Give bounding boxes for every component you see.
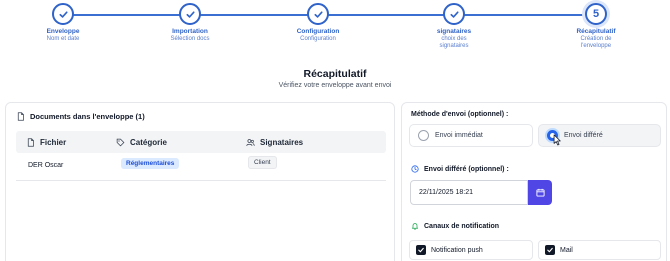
signer-badge: Client xyxy=(248,156,277,169)
radio-immediate[interactable] xyxy=(418,130,429,141)
step-signataires[interactable]: signataires choix des signataires xyxy=(409,0,499,51)
deferred-label: Envoi différé (optionnel) : xyxy=(411,165,509,173)
deferred-datetime-input[interactable]: 22/11/2025 18:21 xyxy=(410,180,528,205)
step-title: Enveloppe xyxy=(46,28,80,35)
column-file-label: Fichier xyxy=(40,137,67,147)
column-signers-label: Signataires xyxy=(260,137,304,147)
step-subtitle: Sélection docs xyxy=(170,35,210,42)
page-title: Récapitulatif xyxy=(303,68,367,80)
document-icon xyxy=(27,137,34,147)
option-immediate[interactable]: Envoi immédiat xyxy=(409,124,533,147)
step-recapitulatif[interactable]: 5 Récapitulatif Création de l'enveloppe xyxy=(551,0,641,51)
clock-icon xyxy=(411,165,419,173)
step-title: Importation xyxy=(172,28,208,35)
deferred-label-text: Envoi différé (optionnel) : xyxy=(424,165,509,173)
option-immediate-label: Envoi immédiat xyxy=(435,132,483,139)
documents-header: Documents dans l'enveloppe (1) xyxy=(16,112,145,121)
step-subtitle: choix des signataires xyxy=(439,35,469,50)
tag-icon xyxy=(116,138,125,146)
channel-mail[interactable]: Mail xyxy=(538,240,661,260)
page-subtitle: Vérifiez votre enveloppe avant envoi xyxy=(278,82,392,89)
step-importation[interactable]: Importation Sélection docs xyxy=(145,0,235,43)
send-options-card: Méthode d'envoi (optionnel) : Envoi immé… xyxy=(401,102,667,261)
channel-push-label: Notification push xyxy=(431,246,483,254)
step-title: signataires xyxy=(436,28,472,35)
calendar-icon xyxy=(535,188,545,197)
calendar-button[interactable] xyxy=(528,180,552,205)
step-check-icon xyxy=(307,3,329,25)
stepper: Enveloppe Nom et date Importation Sélect… xyxy=(0,0,670,60)
column-signers[interactable]: Signataires xyxy=(246,138,303,147)
documents-header-label: Documents dans l'enveloppe (1) xyxy=(30,112,145,121)
file-name: DER Oscar xyxy=(28,162,64,169)
step-title: Récapitulatif xyxy=(576,28,616,35)
checkbox-push[interactable] xyxy=(416,245,426,255)
users-icon xyxy=(246,138,255,146)
column-file[interactable]: Fichier xyxy=(26,138,66,147)
channel-mail-label: Mail xyxy=(560,246,573,254)
step-check-icon xyxy=(179,3,201,25)
document-icon xyxy=(17,112,24,121)
documents-card: Documents dans l'enveloppe (1) Fichier C… xyxy=(5,102,395,261)
channel-push[interactable]: Notification push xyxy=(409,240,533,260)
channels-label: Canaux de notification xyxy=(411,222,499,230)
step-number: 5 xyxy=(585,3,607,25)
option-deferred-label: Envoi différé xyxy=(564,132,603,139)
step-subtitle: Nom et date xyxy=(46,35,80,42)
step-title: Configuration xyxy=(296,28,340,35)
table-row[interactable]: DER Oscar Réglementaires Client xyxy=(16,155,386,181)
table-header: Fichier Catégorie Signataires xyxy=(16,131,386,153)
step-configuration[interactable]: Configuration Configuration xyxy=(273,0,363,43)
bell-icon xyxy=(412,223,418,230)
step-check-icon xyxy=(443,3,465,25)
category-badge: Réglementaires xyxy=(121,158,180,169)
channels-label-text: Canaux de notification xyxy=(424,222,500,230)
send-method-label: Méthode d'envoi (optionnel) : xyxy=(411,111,509,118)
column-category[interactable]: Catégorie xyxy=(116,138,167,147)
step-enveloppe[interactable]: Enveloppe Nom et date xyxy=(18,0,108,43)
step-subtitle: Création de l'enveloppe xyxy=(580,35,612,50)
step-subtitle: Configuration xyxy=(300,35,336,42)
column-category-label: Catégorie xyxy=(130,137,167,147)
step-check-icon xyxy=(52,3,74,25)
cursor-icon xyxy=(553,134,561,146)
checkbox-mail[interactable] xyxy=(545,245,555,255)
